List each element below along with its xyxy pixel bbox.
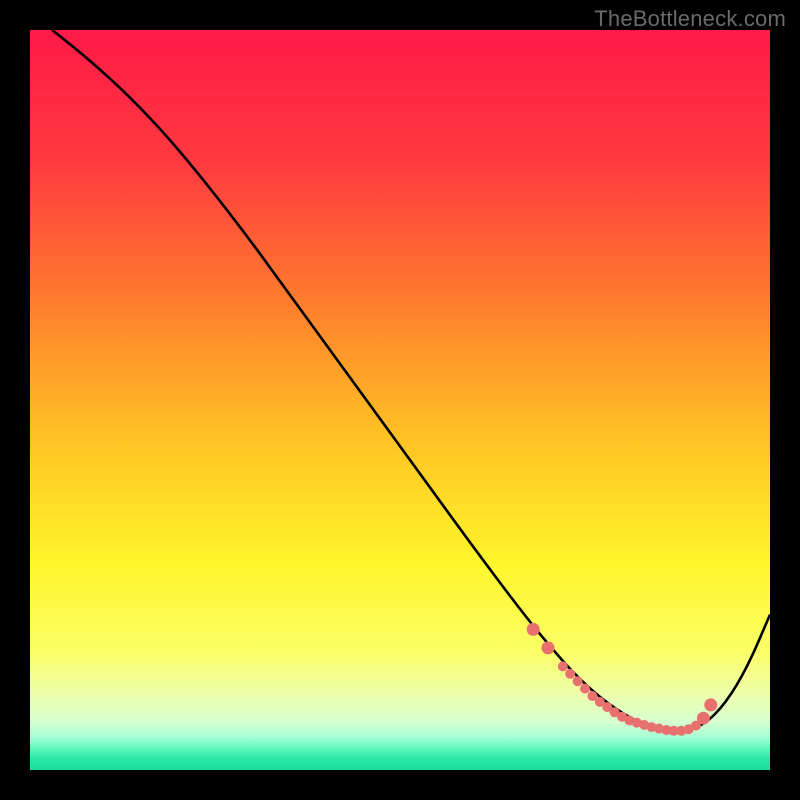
marker-point bbox=[580, 684, 590, 694]
plot-area bbox=[30, 30, 770, 770]
marker-point bbox=[573, 676, 583, 686]
watermark-text: TheBottleneck.com bbox=[594, 6, 786, 32]
marker-point bbox=[565, 669, 575, 679]
marker-point bbox=[542, 641, 555, 654]
chart-stage: TheBottleneck.com bbox=[0, 0, 800, 800]
marker-point bbox=[704, 698, 717, 711]
marker-point bbox=[558, 661, 568, 671]
marker-point bbox=[697, 712, 710, 725]
chart-svg bbox=[30, 30, 770, 770]
gradient-background bbox=[30, 30, 770, 770]
marker-point bbox=[527, 623, 540, 636]
